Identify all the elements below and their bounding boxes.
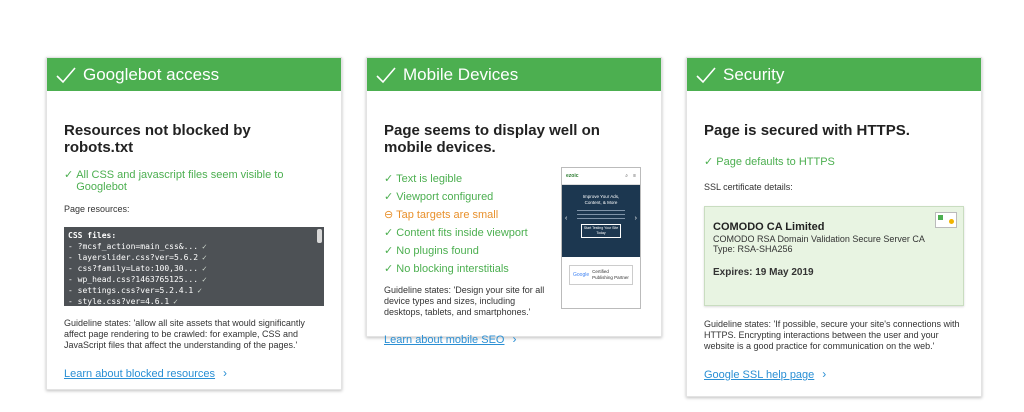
learn-link-row[interactable]: Learn about blocked resources › bbox=[64, 364, 324, 382]
check-icon: ✓ bbox=[202, 275, 207, 284]
chevron-right-icon[interactable]: › bbox=[635, 215, 637, 222]
card-header-title: Googlebot access bbox=[83, 64, 220, 84]
preview-hero: Improve Your Ads, Content, & More Start … bbox=[562, 185, 640, 257]
resources-label: Page resources: bbox=[64, 204, 130, 214]
code-line: - settings.css?ver=5.2.4.1 ✓ bbox=[68, 286, 203, 295]
card-title: Page is secured with HTTPS. bbox=[704, 122, 910, 139]
preview-badge: Google Certified Publishing Partner bbox=[569, 265, 633, 285]
check-item: ✓ Viewport configured bbox=[384, 191, 494, 203]
learn-blocked-resources-link[interactable]: Learn about blocked resources bbox=[64, 368, 215, 380]
card-header-title: Mobile Devices bbox=[403, 64, 519, 84]
status-line: ✓ All CSS and javascript files seem visi… bbox=[64, 169, 324, 193]
warn-item: ⊖ Tap targets are small bbox=[384, 209, 499, 221]
card-header-title: Security bbox=[723, 64, 785, 84]
check-icon: ✓ bbox=[384, 173, 397, 185]
card-title: Resources not blocked by robots.txt bbox=[64, 122, 251, 156]
hero-text-lines bbox=[577, 210, 625, 219]
check-icon: ✓ bbox=[173, 297, 178, 306]
check-icon: ✓ bbox=[202, 242, 207, 251]
cert-expires: Expires: 19 May 2019 bbox=[713, 267, 814, 278]
code-line: - style.css?ver=4.6.1 ✓ bbox=[68, 297, 178, 306]
ssl-label: SSL certificate details: bbox=[704, 182, 793, 192]
minus-circle-icon: ⊖ bbox=[384, 209, 397, 221]
scrollbar[interactable] bbox=[317, 229, 322, 243]
cert-issuer: COMODO RSA Domain Validation Secure Serv… bbox=[713, 234, 925, 244]
chevron-right-icon[interactable]: › bbox=[223, 366, 227, 380]
checkmark-icon bbox=[56, 66, 76, 83]
card-header: Mobile Devices bbox=[367, 58, 661, 91]
hero-cta-button[interactable]: Start Testing Your Site Today bbox=[581, 224, 621, 238]
code-line: - layerslider.css?ver=5.6.2 ✓ bbox=[68, 253, 207, 262]
checkmark-icon bbox=[696, 66, 716, 83]
card-security: Security Page is secured with HTTPS. ✓ P… bbox=[686, 57, 982, 397]
search-icon: ⌕ bbox=[625, 173, 629, 179]
check-list: ✓ Text is legible ✓ Viewport configured … bbox=[384, 169, 559, 277]
code-line: - wp_head.css?1463765125... ✓ bbox=[68, 275, 207, 284]
check-item: ✓ Text is legible bbox=[384, 173, 463, 185]
cert-type: Type: RSA-SHA256 bbox=[713, 244, 793, 254]
cert-name: COMODO CA Limited bbox=[713, 221, 825, 233]
mobile-preview: ezoic ⌕ ≡ Improve Your Ads, Content, & M… bbox=[561, 167, 641, 309]
hero-heading: Improve Your Ads, Content, & More bbox=[582, 194, 620, 205]
check-item: ✓ No plugins found bbox=[384, 245, 479, 257]
check-icon: ✓ bbox=[202, 264, 207, 273]
check-icon: ✓ bbox=[64, 169, 74, 181]
card-googlebot-access: Googlebot access Resources not blocked b… bbox=[46, 57, 342, 390]
guideline-text: Guideline states: 'Design your site for … bbox=[384, 285, 545, 317]
check-icon: ✓ bbox=[384, 263, 397, 275]
code-line: CSS files: bbox=[68, 231, 117, 240]
preview-topbar: ezoic ⌕ ≡ bbox=[562, 168, 640, 185]
checkmark-icon bbox=[376, 66, 396, 83]
resources-code-box[interactable]: CSS files: - ?mcsf_action=main_css&... ✓ … bbox=[64, 227, 324, 306]
help-link-row[interactable]: Google SSL help page › bbox=[704, 365, 964, 383]
chevron-left-icon[interactable]: ‹ bbox=[565, 215, 567, 222]
code-line: - ?mcsf_action=main_css&... ✓ bbox=[68, 242, 207, 251]
badge-brand: Google bbox=[573, 272, 590, 278]
check-item: ✓ No blocking interstitials bbox=[384, 263, 509, 275]
card-header: Security bbox=[687, 58, 981, 91]
status-line: ✓ Page defaults to HTTPS bbox=[704, 152, 964, 170]
chevron-right-icon[interactable]: › bbox=[512, 332, 516, 346]
check-icon: ✓ bbox=[704, 156, 717, 168]
learn-link-row[interactable]: Learn about mobile SEO › bbox=[384, 330, 644, 348]
status-text: All CSS and javascript files seem visibl… bbox=[76, 169, 284, 193]
card-header: Googlebot access bbox=[47, 58, 341, 91]
card-mobile-devices: Mobile Devices Page seems to display wel… bbox=[366, 57, 662, 346]
status-text: Page defaults to HTTPS bbox=[716, 156, 835, 168]
menu-icon: ≡ bbox=[633, 173, 636, 179]
google-ssl-help-link[interactable]: Google SSL help page bbox=[704, 369, 814, 381]
chevron-right-icon[interactable]: › bbox=[822, 367, 826, 381]
check-icon: ✓ bbox=[384, 227, 397, 239]
check-icon: ✓ bbox=[202, 253, 207, 262]
code-line: - css?family=Lato:100,30... ✓ bbox=[68, 264, 207, 273]
guideline-text: Guideline states: 'If possible, secure y… bbox=[704, 319, 960, 351]
certificate-icon bbox=[935, 212, 957, 228]
guideline-text: Guideline states: 'allow all site assets… bbox=[64, 318, 305, 350]
check-icon: ✓ bbox=[384, 191, 397, 203]
learn-mobile-seo-link[interactable]: Learn about mobile SEO bbox=[384, 334, 504, 346]
check-item: ✓ Content fits inside viewport bbox=[384, 227, 528, 239]
preview-logo: ezoic bbox=[566, 173, 579, 179]
check-icon: ✓ bbox=[197, 286, 203, 295]
certificate-box: COMODO CA Limited COMODO RSA Domain Vali… bbox=[704, 206, 964, 306]
card-title: Page seems to display well on mobile dev… bbox=[384, 122, 600, 156]
check-icon: ✓ bbox=[384, 245, 397, 257]
badge-text: Certified Publishing Partner bbox=[592, 269, 629, 280]
